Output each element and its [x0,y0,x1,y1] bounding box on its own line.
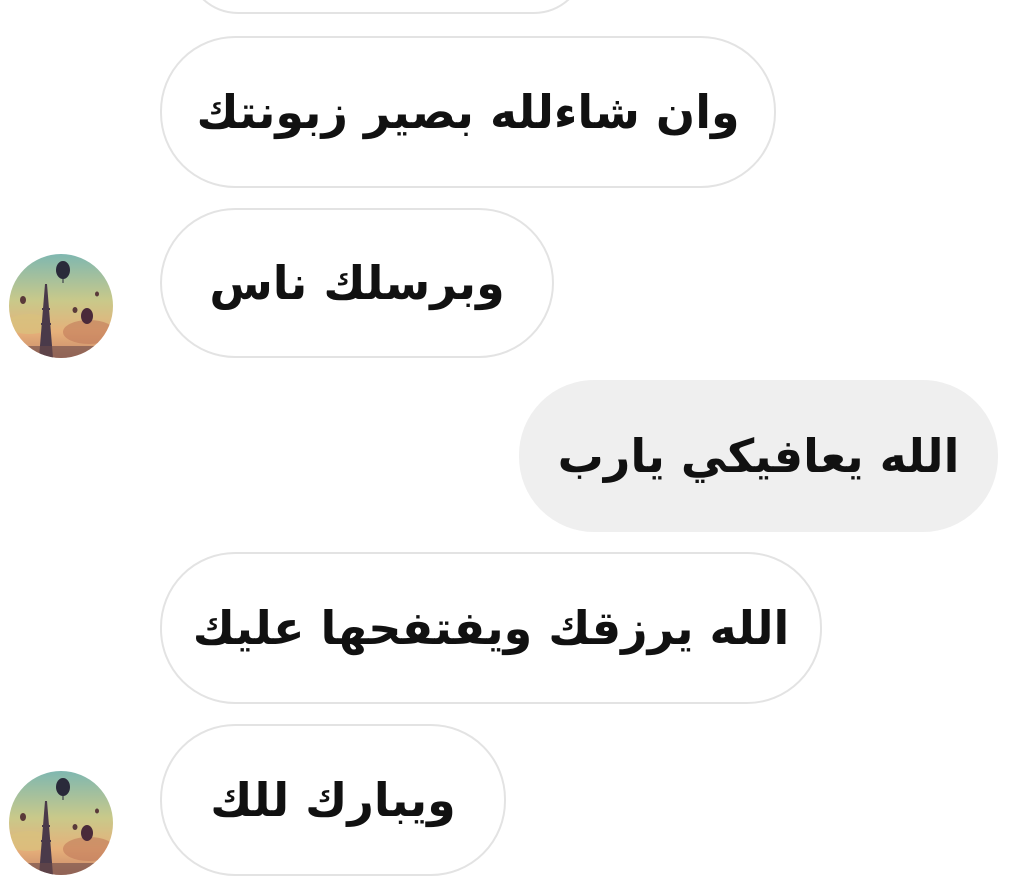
contact-avatar[interactable] [9,771,113,875]
chat-thread: وان شاءلله بصير زبونتك وبرسلك ناس الله ي… [0,0,1024,881]
message-bubble-incoming[interactable]: وان شاءلله بصير زبونتك [160,36,776,188]
message-text: الله يرزقك ويفتفحها عليك [192,601,790,655]
message-text: وبرسلك ناس [209,256,505,310]
eiffel-tower-balloons-icon [9,254,113,358]
message-bubble-incoming[interactable]: ويبارك للك [160,724,506,876]
message-bubble-incoming[interactable]: الله يرزقك ويفتفحها عليك [160,552,822,704]
message-bubble-incoming-partial[interactable] [186,0,586,14]
contact-avatar[interactable] [9,254,113,358]
message-text: وان شاءلله بصير زبونتك [196,85,740,139]
message-bubble-incoming[interactable]: وبرسلك ناس [160,208,554,358]
eiffel-tower-balloons-icon [9,771,113,875]
message-text: الله يعافيكي يارب [557,429,960,483]
message-bubble-outgoing[interactable]: الله يعافيكي يارب [519,380,998,532]
message-text: ويبارك للك [210,773,456,827]
